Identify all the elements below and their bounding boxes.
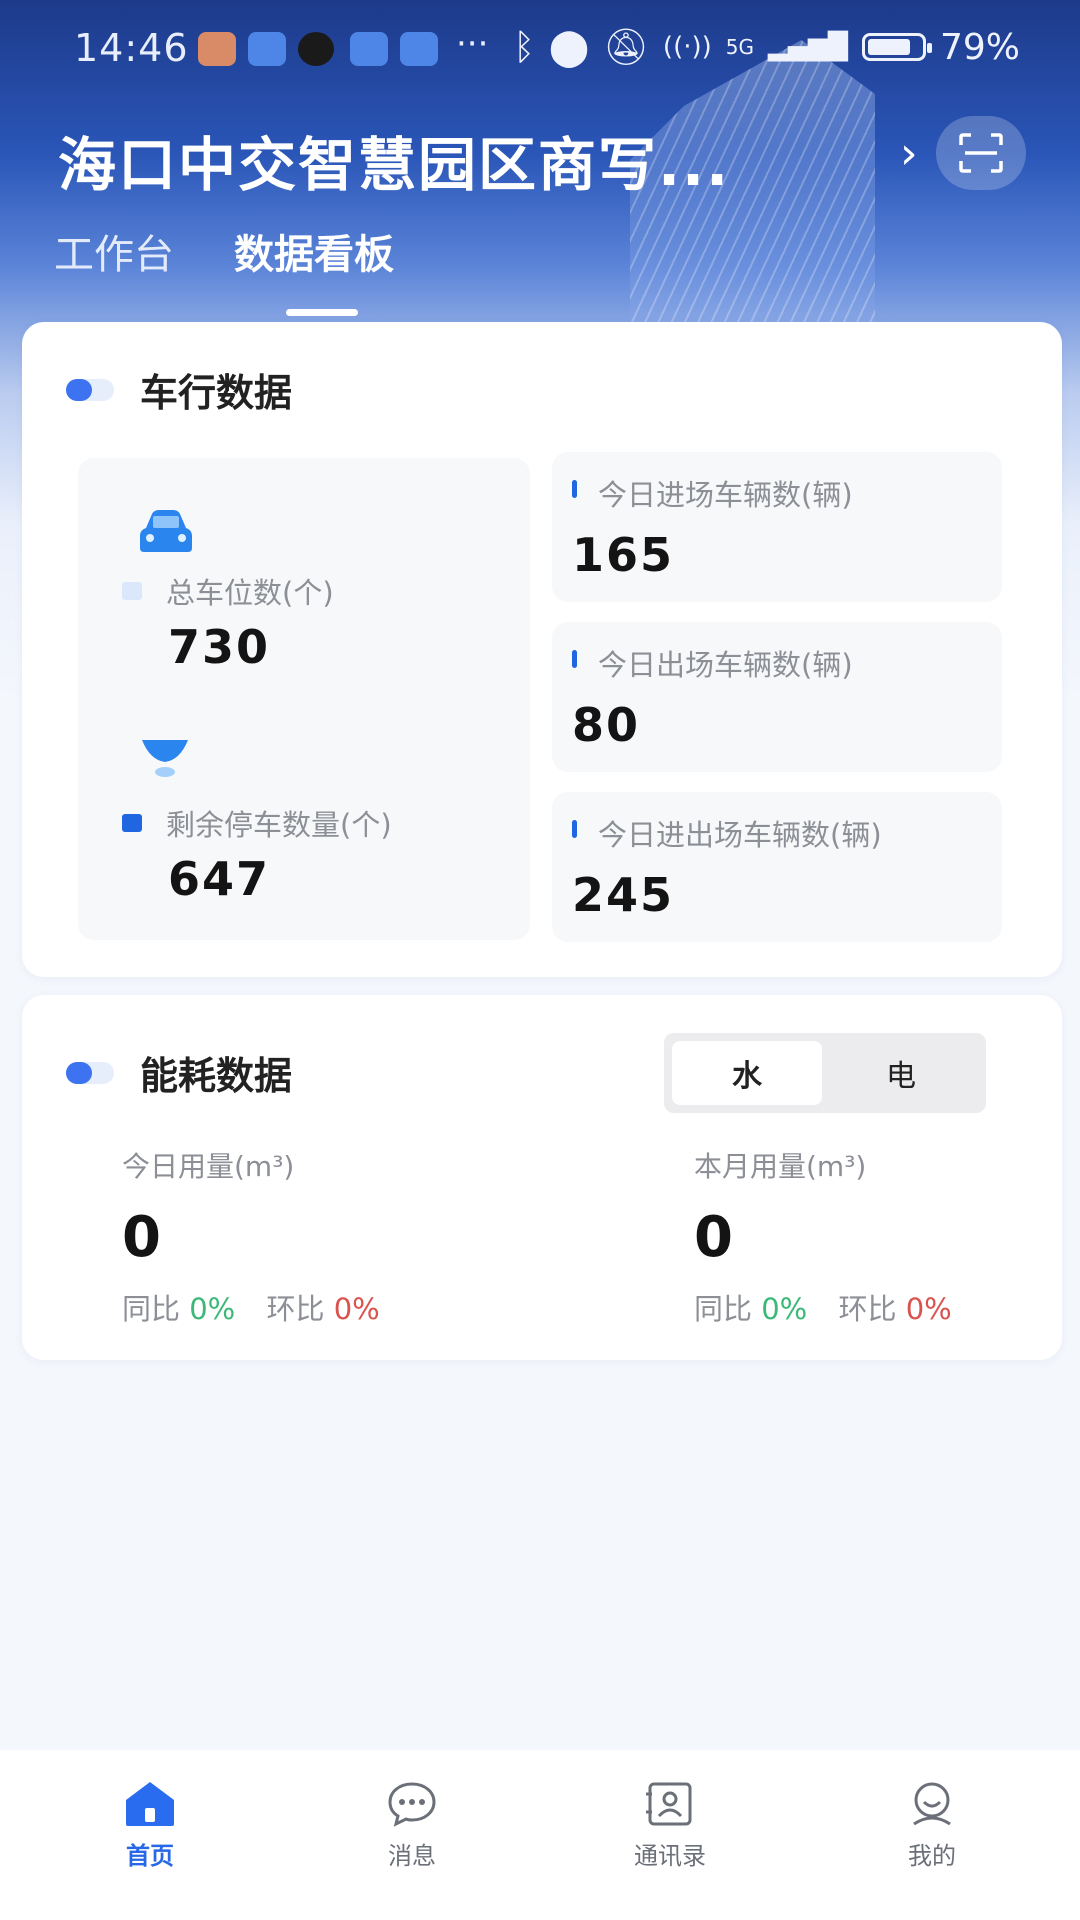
header-tabs: 工作台 数据看板 <box>54 222 394 316</box>
stat-value: 80 <box>572 698 641 752</box>
status-bar: 14:46 ··· ᛒ ⬤ 🔕︎ ((·)) 5G ▂▄▆█ 79% <box>0 0 1080 100</box>
today-usage-value: 0 <box>122 1205 161 1270</box>
location-icon: ⬤ <box>548 26 590 68</box>
stat-label: 今日进出场车辆数(辆) <box>598 818 882 852</box>
network-type: 5G <box>725 35 754 59</box>
toggle-electric[interactable]: 电 <box>826 1041 976 1105</box>
nav-profile-label: 我的 <box>908 1842 956 1870</box>
remaining-spaces-marker <box>122 814 142 832</box>
total-spaces-marker <box>122 582 142 600</box>
yoy-label: 同比 <box>122 1292 181 1326</box>
home-icon <box>126 1782 174 1826</box>
toggle-water[interactable]: 水 <box>672 1041 822 1105</box>
mute-icon: 🔕︎ <box>603 27 649 68</box>
notification-app-icon <box>350 32 388 66</box>
yoy-label: 同比 <box>694 1292 753 1326</box>
month-usage-value: 0 <box>694 1205 733 1270</box>
nav-profile[interactable]: 我的 <box>842 1780 1022 1871</box>
yoy-value: 0% <box>189 1292 236 1326</box>
notification-app-icon <box>248 32 286 66</box>
parking-bay-icon <box>142 740 188 777</box>
stat-marker <box>572 650 577 668</box>
nav-contacts-label: 通讯录 <box>634 1842 706 1870</box>
month-usage-label: 本月用量(m³) <box>694 1150 867 1183</box>
nav-home[interactable]: 首页 <box>60 1780 240 1871</box>
traffic-card-title: 车行数据 <box>140 371 293 415</box>
tab-dashboard[interactable]: 数据看板 <box>234 222 394 316</box>
profile-icon <box>913 1782 951 1826</box>
stat-marker <box>572 820 577 838</box>
stat-marker <box>572 480 577 498</box>
battery-level: 79% <box>939 26 1020 68</box>
more-notifications-icon: ··· <box>456 24 489 64</box>
stat-value: 245 <box>572 868 675 922</box>
stat-value: 165 <box>572 528 675 582</box>
contacts-icon <box>646 1782 692 1826</box>
today-usage-label: 今日用量(m³) <box>122 1150 295 1183</box>
energy-type-toggle: 水 电 <box>664 1033 986 1113</box>
mom-label: 环比 <box>266 1292 325 1326</box>
section-indicator <box>66 1061 114 1084</box>
energy-card-title: 能耗数据 <box>140 1054 293 1098</box>
status-time: 14:46 <box>74 26 189 70</box>
stat-entries-today: 今日进场车辆数(辆) 165 <box>552 452 1002 602</box>
bottom-navigation: 首页 消息 通讯录 我的 <box>0 1750 1080 1920</box>
scan-button[interactable] <box>936 116 1026 190</box>
battery-icon <box>861 33 932 61</box>
today-comparison: 同比 0% 环比 0% <box>122 1286 380 1328</box>
page-title[interactable]: 海口中交智慧园区商写... <box>58 118 730 202</box>
energy-card: 能耗数据 水 电 今日用量(m³) 0 同比 0% 环比 0% 本月用量(m³)… <box>22 995 1062 1360</box>
traffic-card: 车行数据 总车位数(个) 730 剩余停车数量(个) 647 今日进场车辆数(辆… <box>22 322 1062 977</box>
bluetooth-icon: ᛒ <box>513 26 535 68</box>
nav-messages-label: 消息 <box>388 1842 436 1870</box>
mom-value: 0% <box>905 1292 952 1326</box>
stat-exits-today: 今日出场车辆数(辆) 80 <box>552 622 1002 772</box>
tab-workbench[interactable]: 工作台 <box>54 222 174 280</box>
total-spaces-label: 总车位数(个) <box>166 576 334 610</box>
yoy-value: 0% <box>761 1292 808 1326</box>
traffic-card-header: 车行数据 <box>66 362 292 417</box>
remaining-spaces-label: 剩余停车数量(个) <box>166 808 392 842</box>
notification-app-icon <box>400 32 438 66</box>
nav-messages[interactable]: 消息 <box>322 1780 502 1871</box>
scan-icon <box>959 133 1003 173</box>
mom-label: 环比 <box>838 1292 897 1326</box>
remaining-spaces-value: 647 <box>168 852 271 906</box>
notification-app-icon <box>198 32 236 66</box>
nav-home-label: 首页 <box>126 1842 174 1870</box>
total-spaces-value: 730 <box>168 620 271 674</box>
nav-contacts[interactable]: 通讯录 <box>580 1780 760 1871</box>
chat-icon <box>388 1782 436 1827</box>
month-usage: 本月用量(m³) 0 同比 0% 环比 0% <box>694 1145 952 1328</box>
chevron-right-icon[interactable]: › <box>900 128 918 179</box>
today-usage: 今日用量(m³) 0 同比 0% 环比 0% <box>122 1145 380 1328</box>
stat-label: 今日进场车辆数(辆) <box>598 478 853 512</box>
signal-icon: ▂▄▆█ <box>768 32 848 62</box>
energy-card-header: 能耗数据 <box>66 1045 292 1100</box>
section-indicator <box>66 378 114 401</box>
wifi-icon: ((·)) <box>662 32 712 62</box>
car-icon <box>140 510 192 552</box>
parking-summary: 总车位数(个) 730 剩余停车数量(个) 647 <box>78 458 530 940</box>
stat-label: 今日出场车辆数(辆) <box>598 648 853 682</box>
month-comparison: 同比 0% 环比 0% <box>694 1286 952 1328</box>
chat-notification-icon <box>298 32 334 66</box>
mom-value: 0% <box>333 1292 380 1326</box>
stat-total-today: 今日进出场车辆数(辆) 245 <box>552 792 1002 942</box>
